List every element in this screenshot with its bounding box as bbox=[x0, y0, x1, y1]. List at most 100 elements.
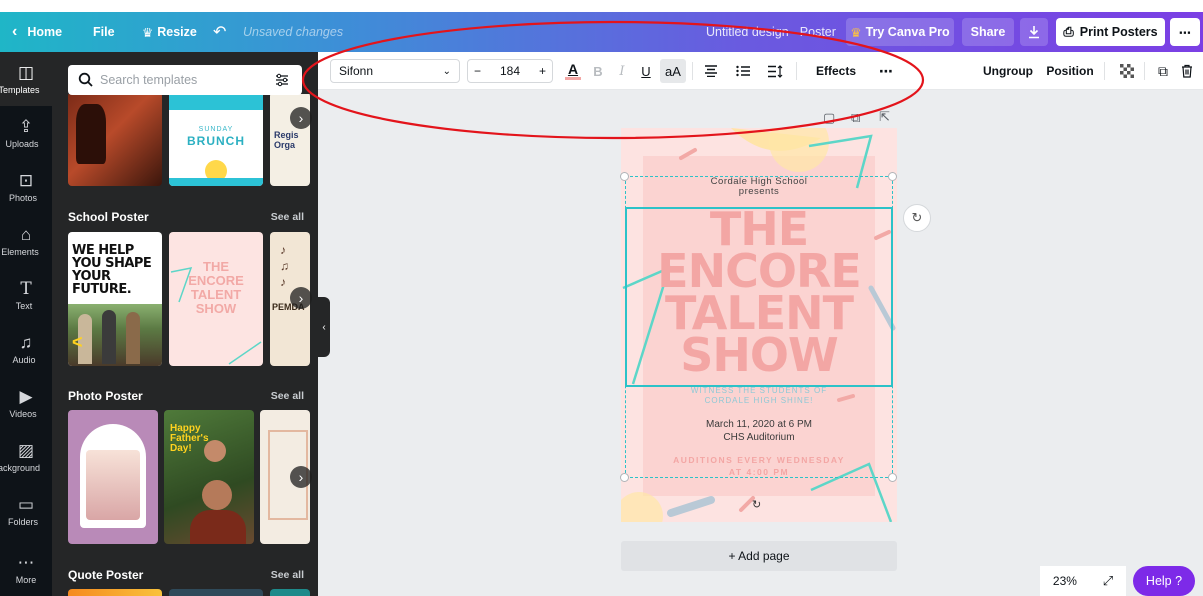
font-size-stepper[interactable]: − 184 + bbox=[467, 59, 553, 83]
resize-handle[interactable] bbox=[888, 473, 897, 482]
list-icon[interactable] bbox=[732, 52, 754, 90]
chevron-down-icon: ⌄ bbox=[442, 65, 451, 77]
add-page-button[interactable]: + Add page bbox=[621, 541, 897, 571]
spacing-icon[interactable] bbox=[764, 52, 786, 90]
decrease-font-size-button[interactable]: − bbox=[474, 64, 481, 78]
rail-label: Background bbox=[0, 462, 41, 473]
checker-glyph bbox=[1120, 64, 1134, 78]
try-canva-pro-button[interactable]: ♛ Try Canva Pro bbox=[846, 18, 954, 46]
toolbar-more-button[interactable]: ⋯ bbox=[874, 52, 898, 90]
chevron-right-icon[interactable]: › bbox=[290, 107, 312, 129]
chevron-left-icon: ‹ bbox=[12, 23, 18, 40]
rail-item-videos[interactable]: ▶ Videos bbox=[0, 376, 52, 430]
add-page-icon[interactable]: ⇱ bbox=[879, 109, 890, 125]
rail-item-text[interactable]: T Text bbox=[0, 268, 52, 322]
resize-handle[interactable] bbox=[888, 172, 897, 181]
rail-item-more[interactable]: ⋯ More bbox=[0, 542, 52, 596]
rail-label: Photos bbox=[8, 192, 38, 203]
template-thumbnail-encore[interactable]: THE ENCORE TALENT SHOW bbox=[169, 232, 263, 366]
undo-icon[interactable]: ↶ bbox=[213, 12, 226, 52]
music-notes-decor: ♪ ♫ ♪ bbox=[280, 243, 289, 289]
rail-item-audio[interactable]: ♫ Audio bbox=[0, 322, 52, 376]
zoom-level[interactable]: 23% bbox=[1053, 574, 1077, 588]
rail-item-folders[interactable]: ▭ Folders bbox=[0, 484, 52, 538]
see-all-school-poster[interactable]: See all bbox=[271, 211, 304, 223]
rotate-element-icon[interactable]: ↻ bbox=[903, 204, 931, 232]
italic-button[interactable]: I bbox=[612, 52, 632, 90]
see-all-photo-poster[interactable]: See all bbox=[271, 390, 304, 402]
help-button[interactable]: Help ? bbox=[1133, 566, 1195, 596]
increase-font-size-button[interactable]: + bbox=[539, 64, 546, 78]
template-thumbnail-fathers-day[interactable]: Happy Father's Day! bbox=[164, 410, 254, 544]
text-selection-box[interactable] bbox=[625, 207, 893, 387]
fullscreen-icon[interactable]: ⤢ bbox=[1103, 573, 1113, 589]
thumb-text: SUNDAY bbox=[198, 126, 234, 133]
transparency-icon[interactable] bbox=[1116, 52, 1138, 90]
template-thumbnail[interactable] bbox=[68, 589, 162, 596]
filter-icon[interactable] bbox=[274, 72, 290, 88]
resize-label: Resize bbox=[157, 25, 197, 39]
letter-case-button[interactable]: aA bbox=[660, 59, 686, 83]
print-icon: ⎙ bbox=[1063, 24, 1074, 39]
more-options-button[interactable]: ⋯ bbox=[1170, 18, 1200, 46]
rail-item-photos[interactable]: ⊡ Photos bbox=[0, 160, 52, 214]
thumb-text: YOUR FUTURE. bbox=[72, 269, 132, 297]
search-input[interactable] bbox=[100, 67, 270, 93]
rail-item-background[interactable]: ▨ Background bbox=[0, 430, 52, 484]
design-title[interactable]: Untitled design - Poster bbox=[706, 12, 836, 52]
template-thumbnail-pink-frame[interactable] bbox=[68, 410, 158, 544]
comment-icon[interactable]: ▢ bbox=[823, 110, 835, 126]
position-button[interactable]: Position bbox=[1045, 52, 1095, 90]
template-thumbnail-we-help[interactable]: WE HELP YOU SHAPE YOUR FUTURE. < bbox=[68, 232, 162, 366]
divider bbox=[1144, 62, 1145, 80]
resize-handle[interactable] bbox=[620, 473, 629, 482]
thumb-text: Day! bbox=[170, 443, 192, 454]
download-icon[interactable] bbox=[1020, 18, 1048, 46]
rail-item-uploads[interactable]: ⇪ Uploads bbox=[0, 106, 52, 160]
font-size-value[interactable]: 184 bbox=[500, 64, 520, 78]
font-family-dropdown[interactable]: Sifonn ⌄ bbox=[330, 59, 460, 83]
print-posters-button[interactable]: ⎙ Print Posters bbox=[1056, 18, 1165, 46]
person-silhouette bbox=[102, 310, 116, 364]
section-title-photo-poster: Photo Poster bbox=[68, 389, 143, 403]
resize-button[interactable]: ♛ Resize bbox=[142, 12, 197, 52]
underline-button[interactable]: U bbox=[636, 52, 656, 90]
duplicate-icon[interactable]: ⧉ bbox=[1152, 52, 1174, 90]
template-thumbnail[interactable] bbox=[68, 92, 162, 186]
template-thumbnail[interactable]: Regis Orga bbox=[270, 92, 310, 186]
crown-icon: ♛ bbox=[850, 25, 862, 40]
rotate-icon[interactable]: ↻ bbox=[752, 498, 761, 511]
chevron-right-icon[interactable]: › bbox=[290, 287, 312, 309]
templates-icon: ◫ bbox=[17, 62, 35, 82]
home-button[interactable]: ‹ Home bbox=[12, 12, 62, 52]
font-name: Sifonn bbox=[339, 64, 374, 78]
template-thumbnail-brunch[interactable]: SUNDAY BRUNCH bbox=[169, 92, 263, 186]
rail-item-elements[interactable]: ⌂ Elements bbox=[0, 214, 52, 268]
try-pro-label: Try Canva Pro bbox=[865, 25, 950, 39]
share-button[interactable]: Share bbox=[962, 18, 1014, 46]
text-color-swatch bbox=[565, 77, 581, 80]
chevron-right-icon[interactable]: › bbox=[290, 466, 312, 488]
rail-label: Text bbox=[15, 300, 33, 311]
rail-item-templates[interactable]: ◫ Templates bbox=[0, 52, 52, 106]
bold-button[interactable]: B bbox=[588, 52, 608, 90]
see-all-quote-poster[interactable]: See all bbox=[271, 569, 304, 581]
person-head bbox=[202, 480, 232, 510]
align-center-icon[interactable] bbox=[700, 52, 722, 90]
collapse-panel-button[interactable]: ‹ bbox=[318, 297, 330, 357]
zoom-control[interactable]: 23% ⤢ bbox=[1040, 566, 1126, 596]
search-bar[interactable] bbox=[68, 65, 302, 95]
resize-handle[interactable] bbox=[620, 172, 629, 181]
rail-label: Uploads bbox=[5, 138, 39, 149]
file-menu[interactable]: File bbox=[93, 12, 115, 52]
template-thumbnail[interactable] bbox=[169, 589, 263, 596]
template-thumbnail[interactable] bbox=[270, 589, 310, 596]
ungroup-button[interactable]: Ungroup bbox=[978, 52, 1038, 90]
trash-icon[interactable] bbox=[1176, 52, 1198, 90]
duplicate-page-icon[interactable]: ⧉ bbox=[851, 110, 860, 126]
align-glyph bbox=[705, 65, 717, 77]
effects-button[interactable]: Effects bbox=[810, 52, 862, 90]
text-color-button[interactable]: A bbox=[562, 52, 584, 90]
elements-icon: ⌂ bbox=[20, 224, 32, 244]
upload-icon: ⇪ bbox=[18, 116, 34, 136]
